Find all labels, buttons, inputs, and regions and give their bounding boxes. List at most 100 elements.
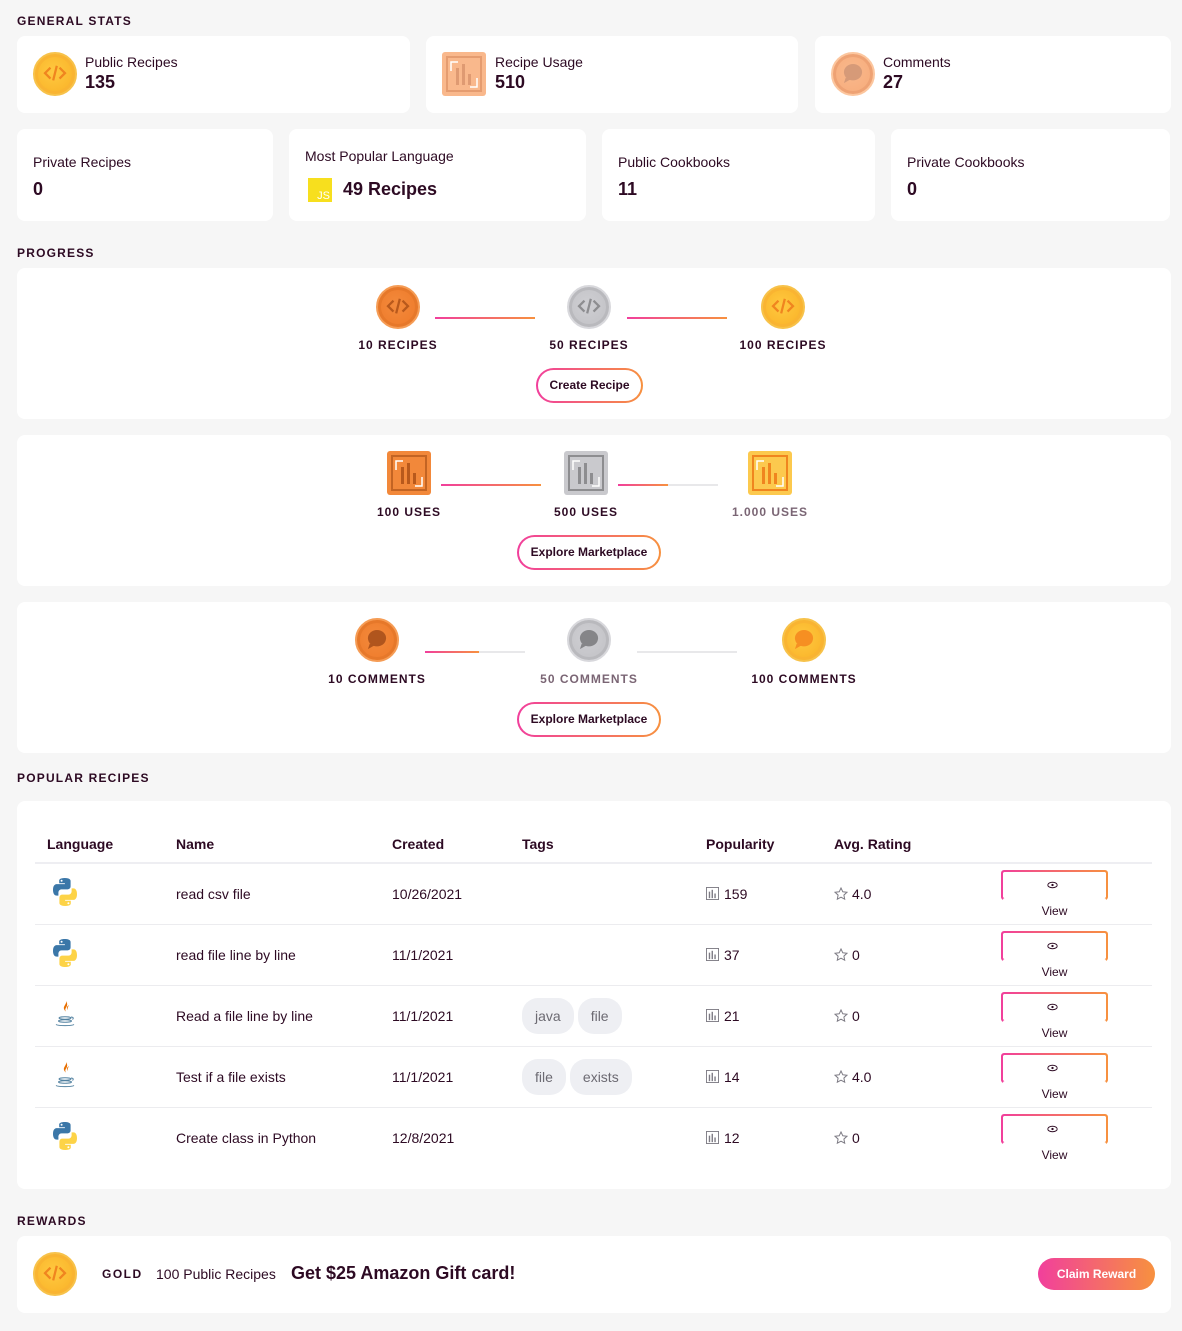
recipe-rating: 4.0 xyxy=(833,863,968,925)
code-coin-icon xyxy=(33,52,77,96)
milestone-label: 1.000 USES xyxy=(731,505,809,519)
create-recipe-button[interactable]: Create Recipe xyxy=(536,368,643,403)
recipe-name[interactable]: Read a file line by line xyxy=(176,985,392,1047)
popularity-icon xyxy=(706,1130,724,1146)
star-icon xyxy=(833,947,852,963)
view-button[interactable]: View xyxy=(1001,869,1108,924)
column-header: Popularity xyxy=(706,825,834,864)
recipe-created: 11/1/2021 xyxy=(392,985,522,1047)
column-header: Avg. Rating xyxy=(834,825,968,864)
table-row: read csv file 10/26/2021 159 4.0 View xyxy=(35,863,1152,925)
tag-chip[interactable]: file xyxy=(522,1058,566,1095)
popularity-icon xyxy=(706,1069,724,1085)
star-icon xyxy=(833,886,852,902)
recipes-table: Language Name Created Tags Popularity Av… xyxy=(35,825,1152,1168)
recipe-tags xyxy=(522,863,706,925)
recipe-created: 12/8/2021 xyxy=(392,1129,455,1146)
view-button[interactable]: View xyxy=(1001,1113,1108,1168)
view-button[interactable]: View xyxy=(1001,1052,1108,1107)
star-icon xyxy=(833,1069,852,1085)
python-icon xyxy=(49,878,81,911)
stat-label: Public Recipes xyxy=(85,54,178,70)
star-icon xyxy=(833,1130,852,1146)
eye-icon xyxy=(1003,932,1106,959)
stat-label: Private Cookbooks xyxy=(907,154,1025,170)
view-button[interactable]: View xyxy=(1001,991,1108,1046)
recipe-rating: 0 xyxy=(833,985,968,1047)
recipe-created: 10/26/2021 xyxy=(392,863,522,925)
recipe-rating: 4.0 xyxy=(833,1046,968,1108)
recipe-rating: 0 xyxy=(833,1107,968,1168)
recipe-tags: java file xyxy=(522,985,706,1047)
bronze-code-coin-icon xyxy=(376,285,420,329)
explore-marketplace-button[interactable]: Explore Marketplace xyxy=(517,535,661,570)
gold-code-coin-icon xyxy=(33,1252,77,1296)
progress-title: PROGRESS xyxy=(17,246,95,260)
milestone-label: 50 RECIPES xyxy=(549,338,629,352)
java-icon xyxy=(49,1001,81,1033)
milestone-label: 50 COMMENTS xyxy=(540,672,638,686)
gold-comment-coin-icon xyxy=(782,618,826,662)
eye-icon xyxy=(1003,993,1106,1020)
stat-value: 27 xyxy=(883,72,904,92)
eye-icon xyxy=(1003,871,1106,898)
milestone-label: 100 RECIPES xyxy=(739,338,827,352)
milestone-label: 500 USES xyxy=(553,505,619,519)
tag-chip[interactable]: file xyxy=(577,997,622,1034)
explore-marketplace-button[interactable]: Explore Marketplace xyxy=(517,702,661,737)
column-header: Tags xyxy=(522,825,706,864)
recipe-tags: file exists xyxy=(522,1046,706,1108)
eye-icon xyxy=(1003,1054,1106,1081)
general-stats-title: GENERAL STATS xyxy=(17,14,132,28)
stat-value: 49 Recipes xyxy=(343,179,438,199)
tag-chip[interactable]: exists xyxy=(569,1058,632,1095)
claim-reward-button[interactable]: Claim Reward xyxy=(1038,1258,1155,1290)
tag-chip[interactable]: java xyxy=(522,997,574,1034)
rewards-title: REWARDS xyxy=(17,1214,87,1228)
milestone-label: 100 COMMENTS xyxy=(751,672,857,686)
stat-card-public-recipes: Public Recipes 135 xyxy=(17,36,410,113)
milestone-label: 10 RECIPES xyxy=(358,338,438,352)
recipe-created: 11/1/2021 xyxy=(392,924,522,986)
stat-label: Most Popular Language xyxy=(305,148,454,164)
stat-card-popular-language: Most Popular Language JS 49 Recipes xyxy=(289,129,586,221)
milestone-label: 10 COMMENTS xyxy=(328,672,426,686)
progress-track-uses: 100 USES 500 USES 1.000 USES Explore Mar… xyxy=(17,435,1171,586)
silver-bar-chart-icon xyxy=(564,451,608,495)
silver-comment-coin-icon xyxy=(567,618,611,662)
reward-tier: GOLD xyxy=(102,1267,143,1281)
stat-value: 510 xyxy=(495,72,526,92)
table-row: Test if a file exists 11/1/2021 file exis… xyxy=(35,1046,1152,1108)
progress-segment xyxy=(618,484,718,486)
stat-label: Comments xyxy=(883,54,951,70)
progress-segment xyxy=(627,317,727,319)
stat-value: 135 xyxy=(85,72,116,92)
recipe-popularity: 14 xyxy=(706,1046,834,1108)
stat-card-private-recipes: Private Recipes 0 xyxy=(17,129,273,221)
star-icon xyxy=(833,1008,852,1024)
recipe-name[interactable]: Test if a file exists xyxy=(176,1046,392,1108)
python-icon xyxy=(49,939,81,972)
stat-label: Public Cookbooks xyxy=(618,154,731,170)
column-header: Name xyxy=(176,825,392,864)
stat-value: 0 xyxy=(33,179,44,199)
recipe-name[interactable]: read file line by line xyxy=(176,924,392,986)
column-header: Created xyxy=(392,825,522,864)
gold-code-coin-icon xyxy=(761,285,805,329)
recipe-name[interactable]: Create class in Python xyxy=(176,1107,392,1168)
recipe-name[interactable]: read csv file xyxy=(176,863,392,925)
milestone-label: 100 USES xyxy=(376,505,442,519)
popularity-icon xyxy=(706,947,724,963)
table-row: Create class in Python 12/8/2021 12 0 Vi… xyxy=(35,1107,1152,1168)
eye-icon xyxy=(1003,1115,1106,1142)
progress-segment xyxy=(637,651,737,653)
comment-coin-icon xyxy=(831,52,875,96)
reward-requirement: 100 Public Recipes xyxy=(156,1266,276,1282)
column-header xyxy=(968,825,1152,864)
java-icon xyxy=(49,1062,81,1094)
table-row: read file line by line 11/1/2021 37 0 Vi… xyxy=(35,924,1152,986)
javascript-icon: JS xyxy=(308,178,332,202)
popularity-icon xyxy=(706,1008,724,1024)
view-button[interactable]: View xyxy=(1001,930,1108,985)
recipe-rating: 0 xyxy=(833,924,968,986)
